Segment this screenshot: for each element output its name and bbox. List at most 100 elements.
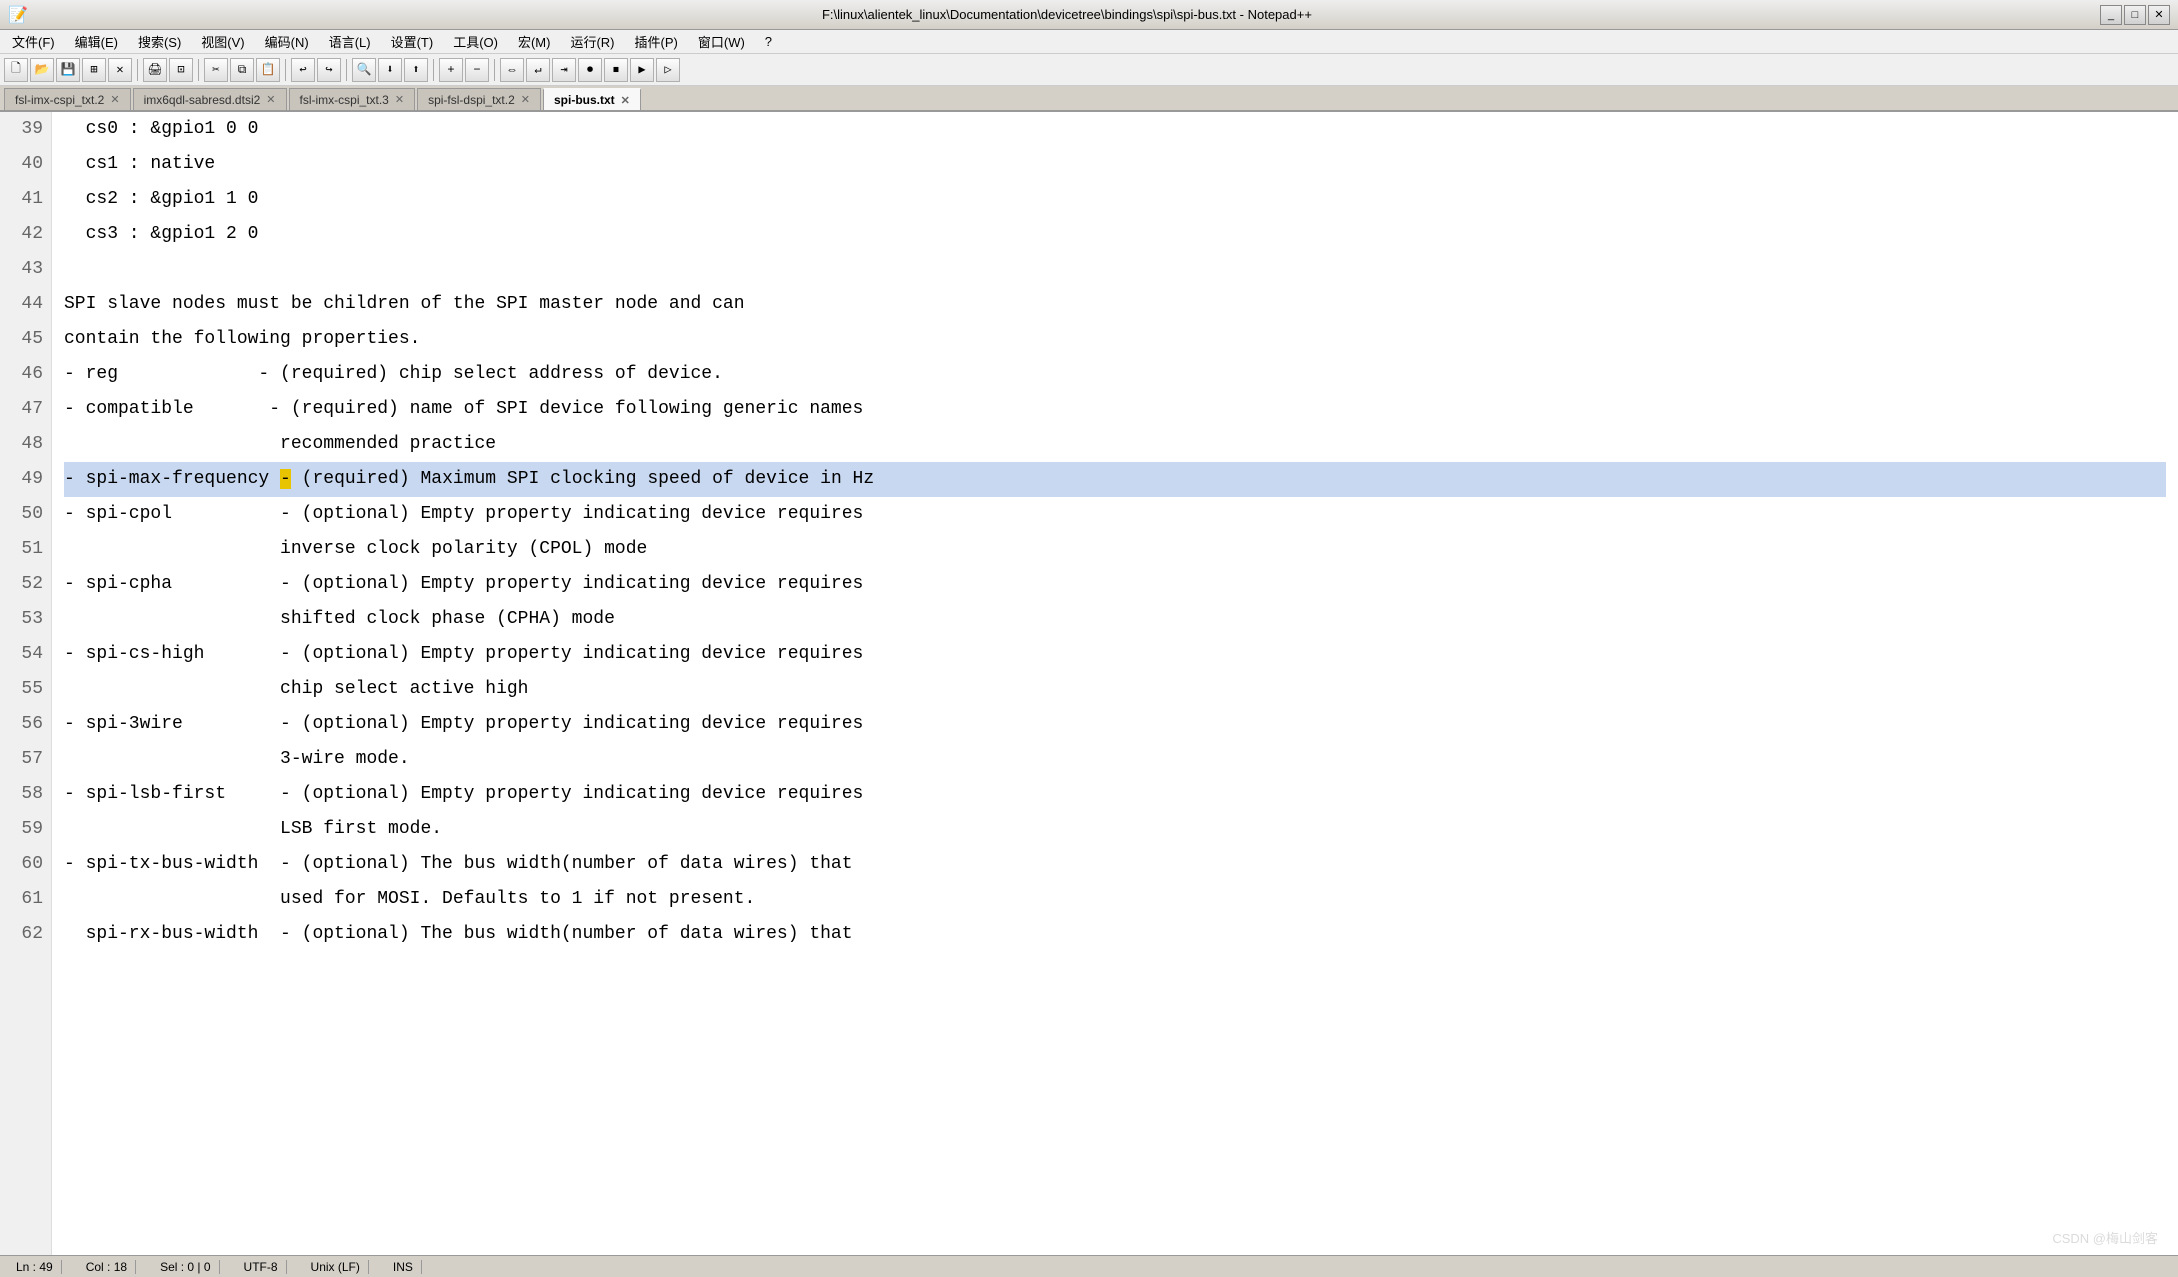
code-line-41[interactable]: cs2 : &gpio1 1 0 (64, 182, 2166, 217)
tab-2-close[interactable]: ✕ (395, 93, 404, 106)
tab-0[interactable]: fsl-imx-cspi_txt.2 ✕ (4, 88, 131, 110)
menu-help[interactable]: ? (757, 32, 780, 51)
title-bar: 📝 F:\linux\alientek_linux\Documentation\… (0, 0, 2178, 30)
tab-4-close[interactable]: ✕ (621, 94, 630, 107)
minimize-button[interactable]: _ (2100, 5, 2122, 25)
code-line-45[interactable]: contain the following properties. (64, 322, 2166, 357)
code-line-61[interactable]: used for MOSI. Defaults to 1 if not pres… (64, 882, 2166, 917)
code-content[interactable]: cs0 : &gpio1 0 0 cs1 : native cs2 : &gpi… (52, 112, 2178, 1255)
open-button[interactable]: 📂 (30, 58, 54, 82)
menu-edit[interactable]: 编辑(E) (67, 30, 126, 53)
tab-bar: fsl-imx-cspi_txt.2 ✕ imx6qdl-sabresd.dts… (0, 86, 2178, 112)
zoom-out-button[interactable]: − (465, 58, 489, 82)
line-number-45: 45 (8, 322, 43, 357)
code-line-48[interactable]: recommended practice (64, 427, 2166, 462)
close-button-tb[interactable]: ✕ (108, 58, 132, 82)
line-number-40: 40 (8, 147, 43, 182)
new-button[interactable]: 🗋 (4, 58, 28, 82)
redo-button[interactable]: ↪ (317, 58, 341, 82)
line-number-52: 52 (8, 567, 43, 602)
find-prev-button[interactable]: ⬆ (404, 58, 428, 82)
code-line-46[interactable]: - reg - (required) chip select address o… (64, 357, 2166, 392)
code-line-60[interactable]: - spi-tx-bus-width - (optional) The bus … (64, 847, 2166, 882)
code-line-59[interactable]: LSB first mode. (64, 812, 2166, 847)
sync-scroll-button[interactable]: ⇔ (500, 58, 524, 82)
code-line-62[interactable]: spi-rx-bus-width - (optional) The bus wi… (64, 917, 2166, 952)
status-insertmode: INS (385, 1260, 422, 1274)
print-preview-button[interactable]: ⊡ (169, 58, 193, 82)
macro-record-button[interactable]: ⏺ (578, 58, 602, 82)
menu-encoding[interactable]: 编码(N) (257, 30, 317, 53)
window-controls: _ □ ✕ (2100, 5, 2170, 25)
code-line-39[interactable]: cs0 : &gpio1 0 0 (64, 112, 2166, 147)
line-number-47: 47 (8, 392, 43, 427)
code-line-54[interactable]: - spi-cs-high - (optional) Empty propert… (64, 637, 2166, 672)
tab-4[interactable]: spi-bus.txt ✕ (543, 88, 641, 110)
indent-button[interactable]: ⇥ (552, 58, 576, 82)
find-button[interactable]: 🔍 (352, 58, 376, 82)
line-number-55: 55 (8, 672, 43, 707)
menu-file[interactable]: 文件(F) (4, 30, 63, 53)
find-next-button[interactable]: ⬇ (378, 58, 402, 82)
word-wrap-button[interactable]: ↵ (526, 58, 550, 82)
title-text: F:\linux\alientek_linux\Documentation\de… (34, 7, 2100, 22)
menu-macro[interactable]: 宏(M) (510, 30, 559, 53)
line-number-41: 41 (8, 182, 43, 217)
cursor-highlight: - (280, 469, 291, 489)
line-number-61: 61 (8, 882, 43, 917)
maximize-button[interactable]: □ (2124, 5, 2146, 25)
copy-button[interactable]: ⧉ (230, 58, 254, 82)
save-button[interactable]: 💾 (56, 58, 80, 82)
menu-search[interactable]: 搜索(S) (130, 30, 189, 53)
menu-run[interactable]: 运行(R) (562, 30, 622, 53)
tab-4-label: spi-bus.txt (554, 93, 615, 107)
code-line-53[interactable]: shifted clock phase (CPHA) mode (64, 602, 2166, 637)
status-col: Col : 18 (78, 1260, 136, 1274)
close-button[interactable]: ✕ (2148, 5, 2170, 25)
code-line-47[interactable]: - compatible - (required) name of SPI de… (64, 392, 2166, 427)
code-line-55[interactable]: chip select active high (64, 672, 2166, 707)
code-line-56[interactable]: - spi-3wire - (optional) Empty property … (64, 707, 2166, 742)
line-number-58: 58 (8, 777, 43, 812)
tab-1-label: imx6qdl-sabresd.dtsi2 (144, 93, 261, 107)
cut-button[interactable]: ✂ (204, 58, 228, 82)
paste-button[interactable]: 📋 (256, 58, 280, 82)
code-line-52[interactable]: - spi-cpha - (optional) Empty property i… (64, 567, 2166, 602)
menu-window[interactable]: 窗口(W) (690, 30, 753, 53)
menu-tools[interactable]: 工具(O) (445, 30, 506, 53)
code-line-58[interactable]: - spi-lsb-first - (optional) Empty prope… (64, 777, 2166, 812)
app-icon: 📝 (8, 5, 28, 25)
tab-3-label: spi-fsl-dspi_txt.2 (428, 93, 515, 107)
print-button[interactable]: 🖨 (143, 58, 167, 82)
tab-1-close[interactable]: ✕ (266, 93, 275, 106)
code-line-44[interactable]: SPI slave nodes must be children of the … (64, 287, 2166, 322)
code-line-49[interactable]: - spi-max-frequency - (required) Maximum… (64, 462, 2166, 497)
menu-view[interactable]: 视图(V) (193, 30, 252, 53)
code-line-51[interactable]: inverse clock polarity (CPOL) mode (64, 532, 2166, 567)
sep1 (137, 59, 138, 81)
code-line-50[interactable]: - spi-cpol - (optional) Empty property i… (64, 497, 2166, 532)
tab-2[interactable]: fsl-imx-cspi_txt.3 ✕ (289, 88, 416, 110)
code-line-43[interactable] (64, 252, 2166, 287)
editor-area[interactable]: 3940414243444546474849505152535455565758… (0, 112, 2178, 1255)
macro-stop-button[interactable]: ⏹ (604, 58, 628, 82)
tab-1[interactable]: imx6qdl-sabresd.dtsi2 ✕ (133, 88, 287, 110)
tab-2-label: fsl-imx-cspi_txt.3 (300, 93, 389, 107)
code-line-57[interactable]: 3-wire mode. (64, 742, 2166, 777)
run-button[interactable]: ▷ (656, 58, 680, 82)
zoom-in-button[interactable]: + (439, 58, 463, 82)
menu-plugins[interactable]: 插件(P) (627, 30, 686, 53)
save-all-button[interactable]: ⊞ (82, 58, 106, 82)
tab-3-close[interactable]: ✕ (521, 93, 530, 106)
menu-language[interactable]: 语言(L) (321, 30, 379, 53)
code-line-40[interactable]: cs1 : native (64, 147, 2166, 182)
tab-0-close[interactable]: ✕ (110, 93, 119, 106)
undo-button[interactable]: ↩ (291, 58, 315, 82)
menu-settings[interactable]: 设置(T) (383, 30, 442, 53)
line-number-62: 62 (8, 917, 43, 952)
macro-play-button[interactable]: ▶ (630, 58, 654, 82)
line-number-43: 43 (8, 252, 43, 287)
tab-3[interactable]: spi-fsl-dspi_txt.2 ✕ (417, 88, 541, 110)
code-line-42[interactable]: cs3 : &gpio1 2 0 (64, 217, 2166, 252)
line-number-39: 39 (8, 112, 43, 147)
